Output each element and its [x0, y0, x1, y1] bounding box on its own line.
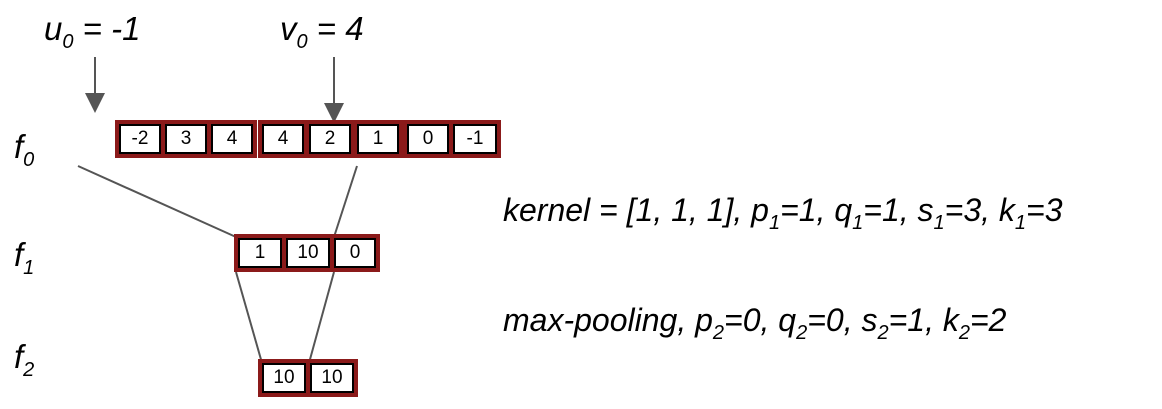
f0-cell-3: 4 — [258, 120, 308, 158]
f1-sub: 1 — [23, 257, 35, 279]
v0-var: v — [280, 10, 297, 47]
layer1-annotation-c: =1, s — [863, 192, 934, 228]
f0-cell-4-value: 2 — [309, 124, 351, 154]
f0-cell-4: 2 — [305, 120, 355, 158]
f2-cell-1-value: 10 — [310, 363, 354, 393]
f0-cell-6: 0 — [403, 120, 453, 158]
f1-cell-0-value: 1 — [238, 238, 282, 268]
u0-var: u — [44, 10, 63, 47]
f2-var: f — [14, 338, 24, 375]
layer1-annotation-b-sub: 1 — [852, 212, 864, 234]
receptive-line-f1-right — [308, 271, 335, 364]
layer2-annotation-e: =2 — [969, 302, 1007, 338]
f1-cell-1-value: 10 — [286, 238, 330, 268]
layer2-annotation-b-sub: 2 — [796, 322, 808, 344]
f0-cell-1: 3 — [161, 120, 211, 158]
layer1-annotation-e: =3 — [1026, 192, 1063, 228]
receptive-line-f0-left — [77, 165, 237, 238]
f0-cell-0-value: -2 — [119, 124, 161, 154]
layer2-annotation-c: =0, s — [807, 302, 878, 338]
f0-cell-5: 1 — [353, 120, 403, 158]
v0-value: = 4 — [307, 10, 364, 47]
f0-cell-5-value: 1 — [357, 124, 399, 154]
layer1-annotation-a: kernel = [1, 1, 1], p — [503, 192, 769, 228]
layer1-annotation-b: =1, q — [780, 192, 853, 228]
f1-cell-2-value: 0 — [334, 238, 376, 268]
f0-sub: 0 — [23, 149, 35, 171]
layer2-annotation: max-pooling, p2=0, q2=0, s2=1, k2=2 — [503, 302, 1007, 343]
f0-cell-1-value: 3 — [165, 124, 207, 154]
layer2-annotation-b: =0, q — [724, 302, 797, 338]
v0-sub: 0 — [296, 31, 308, 53]
f0-cell-2-value: 4 — [211, 124, 253, 154]
f1-cell-2: 0 — [330, 234, 380, 272]
f0-cell-3-value: 4 — [262, 124, 304, 154]
v0-label: v0 = 4 — [280, 10, 364, 52]
f0-cell-0: -2 — [115, 120, 165, 158]
layer2-annotation-a-sub: 2 — [712, 322, 725, 344]
f0-cell-7: -1 — [449, 120, 501, 158]
u0-value: = -1 — [73, 10, 141, 47]
receptive-line-f0-right — [333, 165, 358, 238]
f1-label: f1 — [14, 236, 34, 278]
f1-cell-1: 10 — [282, 234, 334, 272]
f0-var: f — [14, 128, 24, 165]
f2-cell-0: 10 — [258, 359, 310, 397]
f0-cell-2: 4 — [207, 120, 257, 158]
layer1-annotation-a-sub: 1 — [768, 212, 781, 234]
f2-label: f2 — [14, 338, 34, 380]
f0-cell-6-value: 0 — [407, 124, 449, 154]
layer1-annotation-d-sub: 1 — [1014, 212, 1027, 234]
u0-label: u0 = -1 — [44, 10, 141, 52]
layer1-annotation: kernel = [1, 1, 1], p1=1, q1=1, s1=3, k1… — [503, 192, 1063, 233]
f1-cell-0: 1 — [234, 234, 286, 272]
layer2-annotation-a: max-pooling, p — [503, 302, 713, 338]
f2-sub: 2 — [23, 359, 35, 381]
u0-sub: 0 — [62, 31, 74, 53]
layer1-annotation-c-sub: 1 — [933, 212, 945, 234]
layer2-annotation-c-sub: 2 — [877, 322, 889, 344]
layer1-annotation-d: =3, k — [944, 192, 1015, 228]
f0-label: f0 — [14, 128, 34, 170]
layer2-annotation-d-sub: 2 — [958, 322, 970, 344]
f2-cell-0-value: 10 — [262, 363, 306, 393]
f0-cell-7-value: -1 — [453, 124, 497, 154]
f2-cell-1: 10 — [306, 359, 358, 397]
f1-var: f — [14, 236, 24, 273]
layer2-annotation-d: =1, k — [888, 302, 959, 338]
receptive-line-f1-left — [235, 271, 263, 364]
